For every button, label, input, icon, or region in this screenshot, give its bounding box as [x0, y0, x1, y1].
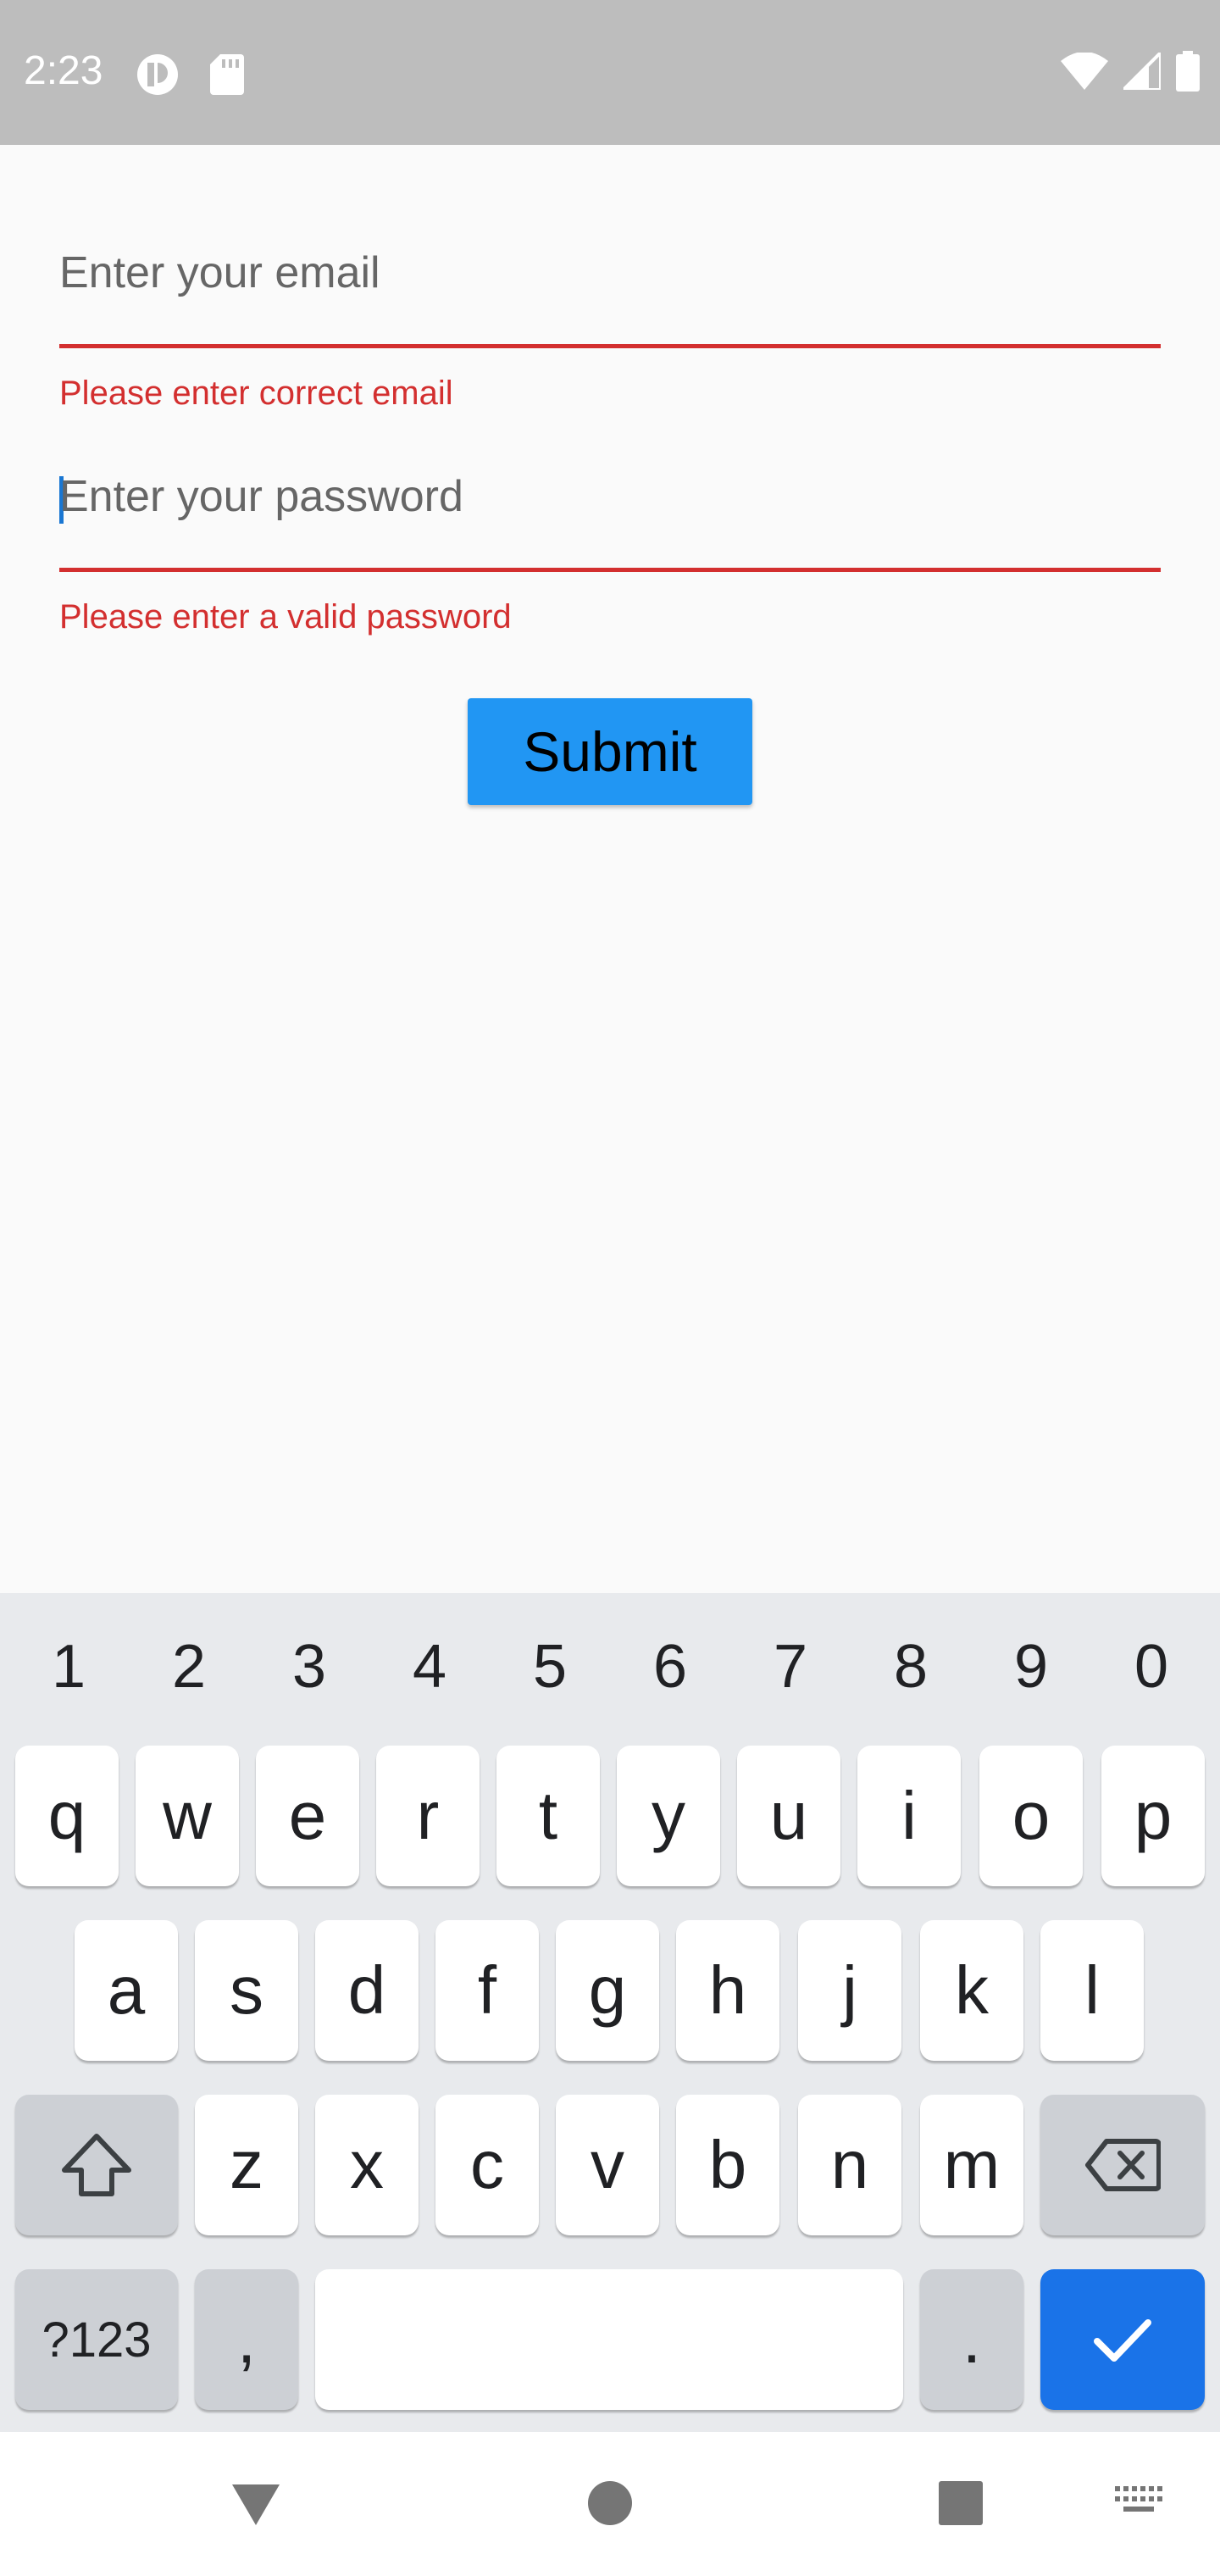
key-w[interactable]: w [136, 1746, 239, 1886]
key-f[interactable]: f [435, 1920, 539, 2061]
email-field[interactable]: Enter your email [59, 247, 1161, 307]
space-key[interactable] [315, 2269, 903, 2410]
navigation-bar [0, 2432, 1220, 2576]
soft-keyboard: 1 2 3 4 5 6 7 8 9 0 q w e r t y u i o p … [0, 1593, 1220, 2432]
key-s[interactable]: s [195, 1920, 298, 2061]
key-q[interactable]: q [15, 1746, 119, 1886]
submit-button[interactable]: Submit [468, 698, 752, 805]
key-y[interactable]: y [617, 1746, 720, 1886]
app-notification-icon [137, 54, 178, 95]
keyboard-switch-icon[interactable] [1115, 2486, 1162, 2520]
password-field-container: Enter your password [59, 436, 1161, 578]
done-key[interactable] [1040, 2269, 1205, 2410]
key-3[interactable]: 3 [254, 1632, 364, 1702]
comma-key[interactable]: , [195, 2269, 298, 2410]
key-i[interactable]: i [857, 1746, 961, 1886]
key-u[interactable]: u [737, 1746, 840, 1886]
key-1[interactable]: 1 [14, 1632, 124, 1702]
key-n[interactable]: n [798, 2095, 901, 2235]
key-r[interactable]: r [376, 1746, 480, 1886]
shift-key[interactable] [15, 2095, 178, 2235]
key-l[interactable]: l [1040, 1920, 1144, 2061]
period-key[interactable]: . [920, 2269, 1023, 2410]
key-a[interactable]: a [75, 1920, 178, 2061]
shift-icon [62, 2134, 131, 2196]
backspace-icon [1085, 2139, 1161, 2191]
key-d[interactable]: d [315, 1920, 419, 2061]
key-o[interactable]: o [979, 1746, 1083, 1886]
email-field-container: Enter your email [59, 212, 1161, 354]
wifi-icon [1061, 53, 1108, 90]
key-b[interactable]: b [676, 2095, 779, 2235]
key-v[interactable]: v [556, 2095, 659, 2235]
password-underline [59, 568, 1161, 572]
key-z[interactable]: z [195, 2095, 298, 2235]
symbols-key[interactable]: ?123 [15, 2269, 178, 2410]
key-p[interactable]: p [1101, 1746, 1205, 1886]
key-x[interactable]: x [315, 2095, 419, 2235]
number-row: 1 2 3 4 5 6 7 8 9 0 [0, 1593, 1220, 1740]
key-8[interactable]: 8 [856, 1632, 966, 1702]
battery-icon [1176, 51, 1200, 92]
key-7[interactable]: 7 [735, 1632, 846, 1702]
key-0[interactable]: 0 [1096, 1632, 1206, 1702]
backspace-key[interactable] [1040, 2095, 1205, 2235]
back-icon[interactable] [229, 2481, 283, 2529]
status-time: 2:23 [24, 48, 103, 93]
key-2[interactable]: 2 [134, 1632, 244, 1702]
cell-signal-icon [1123, 53, 1161, 90]
key-g[interactable]: g [556, 1920, 659, 2061]
email-error-text: Please enter correct email [59, 375, 453, 412]
key-e[interactable]: e [256, 1746, 359, 1886]
key-6[interactable]: 6 [615, 1632, 725, 1702]
key-h[interactable]: h [676, 1920, 779, 2061]
password-error-text: Please enter a valid password [59, 598, 512, 636]
key-k[interactable]: k [920, 1920, 1023, 2061]
password-field[interactable]: Enter your password [59, 471, 1161, 530]
key-4[interactable]: 4 [374, 1632, 485, 1702]
recents-icon[interactable] [937, 2479, 984, 2527]
login-form: Enter your email Please enter correct em… [59, 212, 1161, 659]
key-5[interactable]: 5 [495, 1632, 605, 1702]
sd-card-icon [210, 54, 244, 95]
key-t[interactable]: t [496, 1746, 600, 1886]
checkmark-icon [1094, 2319, 1151, 2362]
home-icon[interactable] [586, 2479, 634, 2527]
key-9[interactable]: 9 [976, 1632, 1086, 1702]
key-c[interactable]: c [435, 2095, 539, 2235]
email-underline [59, 344, 1161, 348]
key-j[interactable]: j [798, 1920, 901, 2061]
key-m[interactable]: m [920, 2095, 1023, 2235]
status-bar: 2:23 [0, 0, 1220, 145]
